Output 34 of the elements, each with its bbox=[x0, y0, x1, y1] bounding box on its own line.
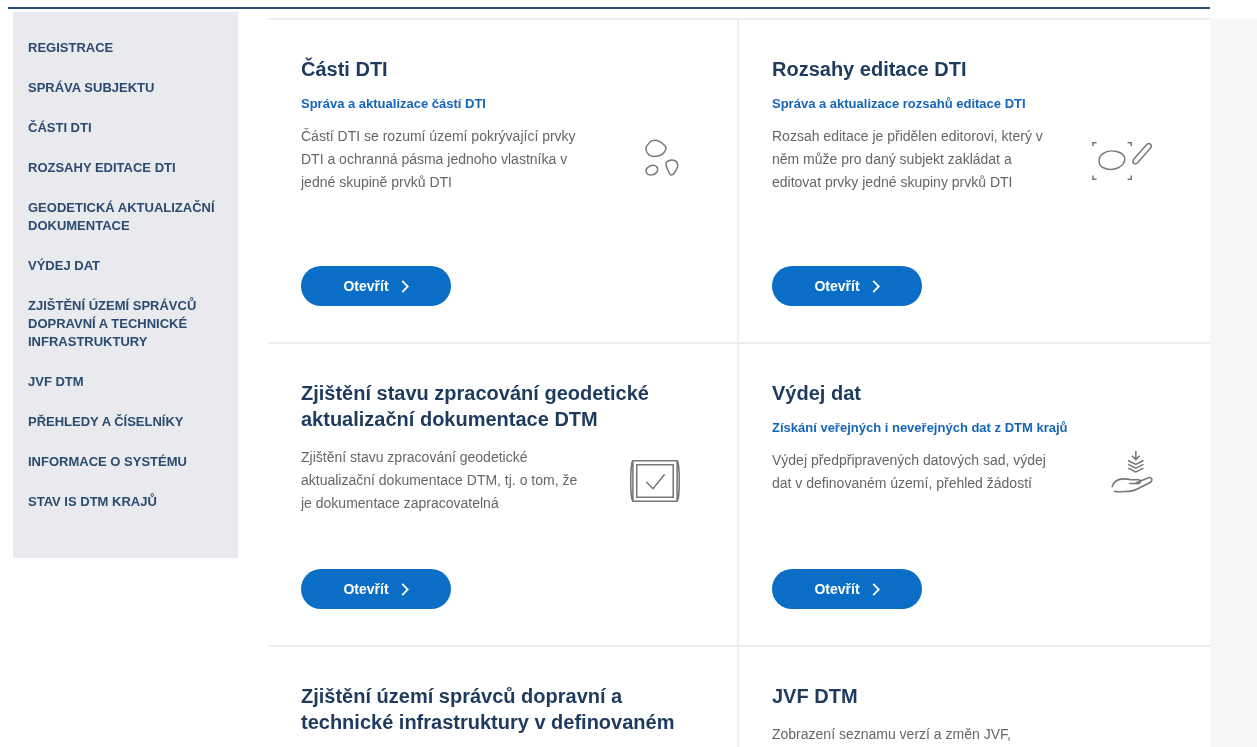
card-description: Zobrazení seznamu verzí a změn JVF, bbox=[772, 725, 1012, 744]
card-subtitle: Získání veřejných i neveřejných dat z DTM krajů bbox=[772, 420, 1069, 435]
card-subtitle: Správa a aktualizace rozsahů editace DTI bbox=[772, 96, 1027, 111]
card-description: Zjištění stavu zpracování geodetické aktualizační dokumentace DTM, tj. o tom, že je dokumentace zapracovatelná bbox=[301, 448, 579, 513]
sidebar-item[interactable]: STAV IS DTM KRAJŮ bbox=[28, 491, 157, 513]
card-subtitle: Správa a aktualizace částí DTI bbox=[301, 96, 487, 111]
chevron-right-icon bbox=[871, 582, 880, 596]
card-description: Výdej předpřipravených datových sad, výdej dat v definovaném území, přehled žádostí bbox=[772, 451, 1047, 493]
chevron-right-icon bbox=[400, 582, 409, 596]
sidebar-item[interactable]: JVF DTM bbox=[28, 371, 84, 393]
sidebar-item[interactable]: REGISTRACE bbox=[28, 37, 114, 59]
card-title: Zjištění stavu zpracování geodetické aktualizační dokumentace DTM bbox=[301, 381, 650, 432]
sidebar-item[interactable]: ZJIŠTĚNÍ ÚZEMÍ SPRÁVCŮ DOPRAVNÍ A TECHNICKÉ INFRASTRUKTURY bbox=[28, 295, 218, 353]
chevron-right-icon bbox=[400, 279, 409, 293]
open-button[interactable]: Otevřít bbox=[772, 266, 922, 306]
open-button[interactable]: Otevřít bbox=[301, 266, 451, 306]
card-title: Části DTI bbox=[301, 56, 389, 82]
hand-layers-icon bbox=[1110, 449, 1154, 495]
open-button[interactable]: Otevřít bbox=[772, 569, 922, 609]
chevron-right-icon bbox=[871, 279, 880, 293]
sidebar-item[interactable]: ROZSAHY EDITACE DTI bbox=[28, 157, 176, 179]
card-title: Výdej dat bbox=[772, 381, 862, 406]
card-description: Částí DTI se rozumí území pokrývající prvky DTI a ochranná pásma jednoho vlastníka v jedné skupině prvků DTI bbox=[301, 127, 577, 192]
card-title: Rozsahy editace DTI bbox=[772, 57, 968, 82]
sidebar-item[interactable]: INFORMACE O SYSTÉMU bbox=[28, 451, 187, 473]
sidebar-item[interactable]: SPRÁVA SUBJEKTU bbox=[28, 77, 155, 99]
sidebar-item[interactable]: ČÁSTI DTI bbox=[28, 117, 92, 139]
open-button[interactable]: Otevřít bbox=[301, 569, 451, 609]
card-title: JVF DTM bbox=[772, 684, 859, 709]
sidebar-item[interactable]: VÝDEJ DAT bbox=[28, 255, 100, 277]
card-description: Rozsah editace je přidělen editorovi, který v něm může pro daný subjekt zakládat a editovat prvky jedné skupiny prvků DTI bbox=[772, 127, 1044, 192]
card-title: Zjištění území správců dopravní a technické infrastruktury v definovaném bbox=[301, 684, 676, 735]
sidebar-item[interactable]: GEODETICKÁ AKTUALIZAČNÍ DOKUMENTACE bbox=[28, 197, 218, 237]
sidebar-item[interactable]: PŘEHLEDY A ČÍSELNÍKY bbox=[28, 411, 184, 433]
